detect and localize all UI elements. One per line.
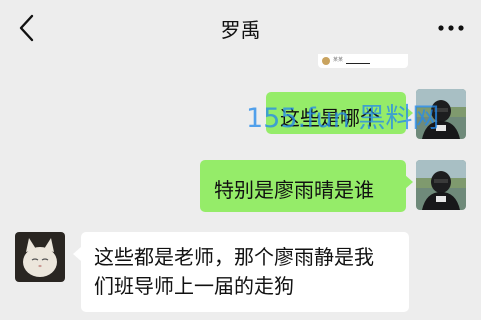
- masked-person-avatar[interactable]: [416, 160, 466, 210]
- message-text-line: 们班导师上一届的走狗: [94, 274, 294, 298]
- message-text: 特别是廖雨晴是谁: [214, 178, 374, 202]
- more-horizontal-icon: [438, 25, 464, 31]
- sender-avatar: [322, 57, 330, 65]
- card-divider: [346, 63, 370, 64]
- more-options-button[interactable]: [433, 14, 469, 42]
- sent-message-bubble[interactable]: 特别是廖雨晴是谁: [200, 160, 406, 212]
- received-message-bubble[interactable]: 这些都是老师，那个廖雨静是我 们班导师上一届的走狗: [81, 232, 409, 312]
- chat-header: 罗禹: [0, 0, 481, 56]
- bubble-tail: [73, 247, 81, 261]
- chat-title: 罗禹: [220, 18, 261, 42]
- bubble-tail: [405, 175, 413, 189]
- watermark-text: 155.fun 黑料网: [246, 103, 440, 134]
- card-sender-label: 某某: [333, 57, 344, 63]
- previous-message-card[interactable]: 某某: [318, 54, 408, 68]
- white-cat-avatar[interactable]: [15, 232, 65, 282]
- message-text-line: 这些都是老师，那个廖雨静是我: [94, 245, 374, 269]
